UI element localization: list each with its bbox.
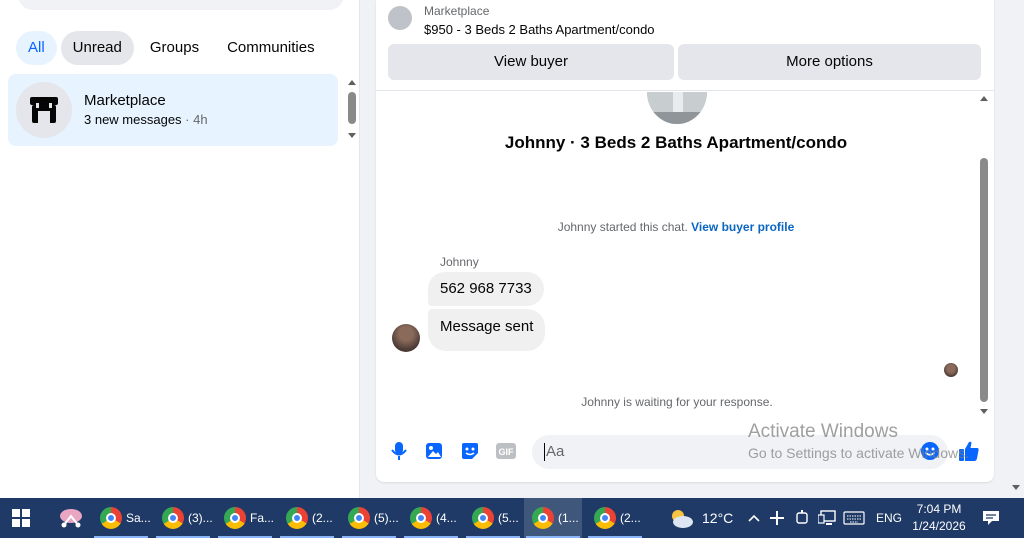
- view-buyer-button[interactable]: View buyer: [388, 44, 674, 80]
- chat-window: Marketplace $950 - 3 Beds 2 Baths Apartm…: [376, 0, 994, 482]
- chrome-icon: [286, 507, 308, 529]
- weather-widget[interactable]: 12°C: [668, 498, 736, 538]
- message-input-placeholder: Aa: [546, 443, 565, 460]
- taskbar-app-label: (3)...: [188, 511, 213, 525]
- device-icon[interactable]: [796, 498, 810, 538]
- sender-avatar[interactable]: [392, 324, 420, 352]
- more-options-button[interactable]: More options: [678, 44, 981, 80]
- taskbar-app[interactable]: (2...: [586, 498, 644, 538]
- taskbar-app-label: Sa...: [126, 511, 151, 525]
- chat-started-text: Johnny started this chat.: [557, 220, 688, 234]
- watermark-line1: Activate Windows: [748, 421, 898, 442]
- taskbar-app[interactable]: (5)...: [340, 498, 399, 538]
- page-scroll-down-icon[interactable]: [1012, 485, 1020, 490]
- conversation-time: 4h: [193, 112, 208, 127]
- windows-start-icon[interactable]: [12, 498, 38, 538]
- taskbar-app[interactable]: Sa...: [92, 498, 151, 538]
- chrome-icon: [348, 507, 370, 529]
- chrome-icon: [532, 507, 554, 529]
- taskbar-app[interactable]: Fa...: [216, 498, 274, 538]
- filter-groups[interactable]: Groups: [138, 31, 211, 65]
- show-hidden-icons-chevron-icon[interactable]: [748, 498, 762, 538]
- view-buyer-profile-link[interactable]: View buyer profile: [691, 220, 794, 234]
- message-bubble[interactable]: Message sent: [428, 309, 546, 351]
- chrome-icon: [224, 507, 246, 529]
- listing-source: Marketplace: [424, 4, 490, 18]
- temperature: 12°C: [702, 510, 734, 526]
- filter-chips: All Unread Groups Communities: [16, 31, 327, 65]
- scroll-down-icon[interactable]: [348, 133, 356, 138]
- windows-taskbar: Sa... (3)... Fa... (2... (5)... (4... (5…: [0, 498, 1024, 538]
- taskbar-app-label: (4...: [436, 511, 457, 525]
- taskbar-app-label: (5)...: [374, 511, 399, 525]
- conversation-separator: ·: [181, 112, 194, 127]
- svg-text:GIF: GIF: [499, 447, 515, 457]
- scroll-thumb[interactable]: [348, 92, 356, 124]
- search-input[interactable]: [18, 0, 344, 10]
- conversation-snippet: 3 new messages · 4h: [84, 112, 208, 127]
- system-clock[interactable]: 7:04 PM 1/24/2026: [906, 501, 972, 535]
- chrome-icon: [100, 507, 122, 529]
- scroll-thumb[interactable]: [980, 158, 988, 402]
- taskbar-app-label: Fa...: [250, 511, 275, 525]
- waiting-notice: Johnny is waiting for your response.: [581, 395, 773, 409]
- chrome-icon: [162, 507, 184, 529]
- header-divider: [376, 90, 994, 91]
- weather-cloud-icon: [672, 510, 693, 528]
- message-bubble[interactable]: 562 968 7733: [428, 272, 544, 306]
- clock-time: 7:04 PM: [916, 502, 962, 516]
- scroll-up-icon[interactable]: [980, 96, 988, 101]
- notifications-icon[interactable]: [982, 498, 1002, 538]
- conversation-list-panel: All Unread Groups Communities Marketplac…: [0, 0, 360, 498]
- activate-windows-watermark: Activate Windows Go to Settings to activ…: [748, 421, 969, 461]
- read-receipt-avatar: [944, 363, 958, 377]
- scroll-down-icon[interactable]: [980, 409, 988, 414]
- clock-date: 1/24/2026: [912, 519, 966, 533]
- chrome-icon: [472, 507, 494, 529]
- taskbar-app[interactable]: (3)...: [154, 498, 213, 538]
- taskbar-app-label: (5...: [498, 511, 519, 525]
- language-indicator[interactable]: ENG: [876, 498, 902, 538]
- chat-scrollbar[interactable]: [976, 92, 992, 422]
- filter-communities[interactable]: Communities: [215, 31, 327, 65]
- marketplace-store-icon: [16, 82, 72, 138]
- photo-icon[interactable]: [423, 440, 445, 462]
- watermark-line2: Go to Settings to activate Windows.: [748, 445, 969, 461]
- scroll-up-icon[interactable]: [348, 80, 356, 85]
- taskbar-app-label: (1...: [558, 511, 579, 525]
- listing-thumbnail-icon: [388, 6, 412, 30]
- chrome-icon: [410, 507, 432, 529]
- taskbar-app-active[interactable]: (1...: [524, 498, 582, 538]
- sticker-icon[interactable]: [459, 440, 481, 462]
- conversation-list-scrollbar[interactable]: [344, 74, 360, 146]
- keyboard-icon[interactable]: [843, 498, 867, 538]
- microphone-icon[interactable]: [388, 440, 410, 462]
- filter-unread[interactable]: Unread: [60, 31, 134, 65]
- conversation-title: Marketplace: [84, 92, 166, 109]
- plus-icon[interactable]: [770, 498, 788, 538]
- chat-started-notice: Johnny started this chat. View buyer pro…: [376, 220, 976, 234]
- text-caret: [544, 443, 545, 462]
- taskbar-app-label: (2...: [620, 511, 641, 525]
- snipping-tool-icon[interactable]: [58, 498, 86, 538]
- taskbar-app-label: (2...: [312, 511, 333, 525]
- taskbar-app[interactable]: (5...: [464, 498, 522, 538]
- gif-icon[interactable]: GIF: [495, 440, 517, 462]
- network-icon[interactable]: [818, 498, 836, 538]
- chat-title: Johnny · 3 Beds 2 Baths Apartment/condo: [504, 133, 848, 152]
- taskbar-app[interactable]: (4...: [402, 498, 460, 538]
- chrome-icon: [594, 507, 616, 529]
- taskbar-app[interactable]: (2...: [278, 498, 336, 538]
- conversation-snippet-text: 3 new messages: [84, 112, 182, 127]
- conversation-item-marketplace[interactable]: Marketplace 3 new messages · 4h: [8, 74, 338, 146]
- listing-title[interactable]: $950 - 3 Beds 2 Baths Apartment/condo: [424, 22, 655, 37]
- filter-all[interactable]: All: [16, 31, 57, 65]
- sender-name: Johnny: [440, 255, 479, 269]
